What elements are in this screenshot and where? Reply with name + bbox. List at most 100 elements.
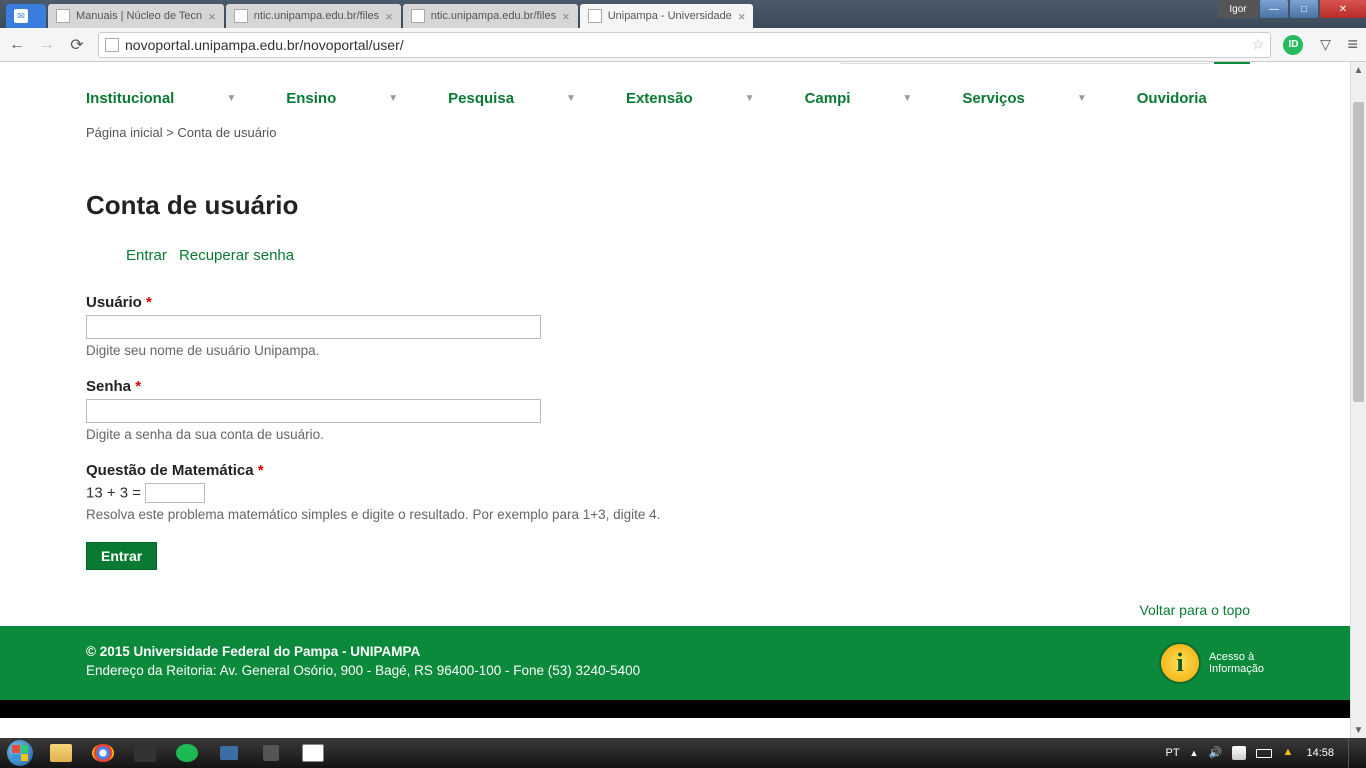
math-hint: Resolva este problema matemático simples… — [86, 507, 1264, 522]
nav-pesquisa[interactable]: Pesquisa▼ — [448, 90, 576, 107]
close-icon[interactable]: × — [202, 9, 216, 24]
back-button[interactable]: ← — [8, 36, 26, 54]
chrome-menu-icon[interactable]: ≡ — [1347, 34, 1358, 55]
chevron-down-icon: ▼ — [745, 93, 755, 104]
windows-logo-icon — [7, 740, 33, 766]
tab-label: Manuais | Núcleo de Tecn — [76, 10, 202, 22]
volume-icon[interactable]: 🔊 — [1208, 746, 1222, 760]
login-form: Usuário * Digite seu nome de usuário Uni… — [0, 270, 1350, 594]
page-icon — [588, 9, 602, 23]
tab-pinned[interactable]: ✉ — [6, 4, 46, 28]
chevron-down-icon: ▼ — [902, 93, 912, 104]
tab-ntic-2[interactable]: ntic.unipampa.edu.br/files × — [403, 4, 578, 28]
user-badge[interactable]: Igor — [1218, 0, 1258, 18]
chevron-down-icon: ▼ — [388, 93, 398, 104]
search-button[interactable] — [1214, 62, 1250, 64]
user-hint: Digite seu nome de usuário Unipampa. — [86, 343, 1264, 358]
taskbar-chrome[interactable] — [83, 739, 123, 767]
page-icon — [234, 9, 248, 23]
info-icon: i — [1159, 642, 1201, 684]
breadcrumb: Página inicial > Conta de usuário — [0, 121, 1350, 144]
password-hint: Digite a senha da sua conta de usuário. — [86, 427, 1264, 442]
nav-institucional[interactable]: Institucional▼ — [86, 90, 236, 107]
system-tray: PT ▲ 🔊 ▲ 14:58 — [1165, 738, 1366, 768]
show-desktop-button[interactable] — [1348, 738, 1358, 768]
taskbar-app-1[interactable] — [125, 739, 165, 767]
language-indicator[interactable]: PT — [1165, 747, 1179, 759]
minimize-button[interactable]: — — [1260, 0, 1288, 18]
pocket-icon[interactable]: ▽ — [1315, 35, 1335, 55]
tab-label: Unipampa - Universidade — [608, 10, 732, 22]
maximize-button[interactable]: □ — [1290, 0, 1318, 18]
site-search-area — [840, 62, 1250, 64]
address-bar[interactable]: novoportal.unipampa.edu.br/novoportal/us… — [98, 32, 1271, 58]
nav-campi[interactable]: Campi▼ — [805, 90, 913, 107]
scroll-down-icon[interactable]: ▼ — [1351, 722, 1366, 738]
main-nav: Institucional▼ Ensino▼ Pesquisa▼ Extensã… — [0, 62, 1350, 121]
close-icon[interactable]: × — [556, 9, 570, 24]
nav-ouvidoria[interactable]: Ouvidoria▼ — [1137, 90, 1207, 107]
vertical-scrollbar[interactable]: ▲ ▼ — [1350, 62, 1366, 738]
footer-address: Endereço da Reitoria: Av. General Osório… — [86, 663, 640, 678]
password-input[interactable] — [86, 399, 541, 423]
page-title: Conta de usuário — [0, 144, 1350, 241]
battery-icon[interactable] — [1256, 749, 1272, 758]
start-button[interactable] — [0, 738, 40, 768]
extension-icon[interactable]: ID — [1283, 35, 1303, 55]
mail-icon: ✉ — [14, 9, 28, 23]
tab-manuais[interactable]: Manuais | Núcleo de Tecn × — [48, 4, 224, 28]
password-label: Senha * — [86, 378, 1264, 395]
scrollbar-thumb[interactable] — [1353, 102, 1364, 402]
nav-ensino[interactable]: Ensino▼ — [286, 90, 398, 107]
page-icon — [411, 9, 425, 23]
close-icon[interactable]: × — [379, 9, 393, 24]
browser-toolbar: ← → ⟳ novoportal.unipampa.edu.br/novopor… — [0, 28, 1366, 62]
math-input[interactable] — [145, 483, 205, 503]
gdrive-icon[interactable]: ▲ — [1282, 746, 1296, 760]
taskbar-libreoffice[interactable] — [293, 739, 333, 767]
math-question: 13 + 3 = — [86, 483, 1264, 503]
page-viewport: Institucional▼ Ensino▼ Pesquisa▼ Extensã… — [0, 62, 1366, 738]
close-window-button[interactable]: ✕ — [1320, 0, 1366, 18]
bookmark-icon[interactable]: ☆ — [1252, 36, 1265, 53]
forward-button[interactable]: → — [38, 36, 56, 54]
page-icon — [56, 9, 70, 23]
footer: © 2015 Universidade Federal do Pampa - U… — [0, 626, 1350, 700]
nav-extensao[interactable]: Extensão▼ — [626, 90, 755, 107]
chevron-down-icon: ▼ — [566, 93, 576, 104]
tray-chevron-up-icon[interactable]: ▲ — [1190, 748, 1199, 758]
browser-titlebar: ✉ Manuais | Núcleo de Tecn × ntic.unipam… — [0, 0, 1366, 28]
footer-dark-strip — [0, 700, 1350, 718]
windows-taskbar: PT ▲ 🔊 ▲ 14:58 — [0, 738, 1366, 768]
scroll-up-icon[interactable]: ▲ — [1351, 62, 1366, 78]
tab-ntic-1[interactable]: ntic.unipampa.edu.br/files × — [226, 4, 401, 28]
taskbar-app-2[interactable] — [209, 739, 249, 767]
clock[interactable]: 14:58 — [1306, 747, 1334, 759]
submit-button[interactable]: Entrar — [86, 542, 157, 570]
math-label: Questão de Matemática * — [86, 462, 1264, 479]
tab-label: ntic.unipampa.edu.br/files — [431, 10, 556, 22]
url-text: novoportal.unipampa.edu.br/novoportal/us… — [125, 37, 404, 53]
back-to-top-link[interactable]: Voltar para o topo — [1139, 602, 1250, 618]
info-access-link[interactable]: i Acesso à Informação — [1159, 642, 1264, 684]
chevron-down-icon: ▼ — [226, 93, 236, 104]
window-controls: Igor — □ ✕ — [1216, 0, 1366, 20]
tab-label: ntic.unipampa.edu.br/files — [254, 10, 379, 22]
nav-servicos[interactable]: Serviços▼ — [962, 90, 1086, 107]
tab-unipampa[interactable]: Unipampa - Universidade × — [580, 4, 754, 28]
footer-copyright: © 2015 Universidade Federal do Pampa - U… — [86, 644, 640, 659]
search-input[interactable] — [840, 62, 1210, 64]
chevron-down-icon: ▼ — [1077, 93, 1087, 104]
local-tabs: Entrar Recuperar senha — [0, 241, 1350, 270]
tab-recover-password[interactable]: Recuperar senha — [179, 247, 294, 264]
taskbar-explorer[interactable] — [41, 739, 81, 767]
close-icon[interactable]: × — [732, 9, 746, 24]
page-icon — [105, 38, 119, 52]
taskbar-spotify[interactable] — [167, 739, 207, 767]
user-label: Usuário * — [86, 294, 1264, 311]
network-icon[interactable] — [1232, 746, 1246, 760]
tab-login[interactable]: Entrar — [126, 247, 167, 264]
reload-button[interactable]: ⟳ — [68, 36, 86, 54]
user-input[interactable] — [86, 315, 541, 339]
taskbar-app-3[interactable] — [251, 739, 291, 767]
